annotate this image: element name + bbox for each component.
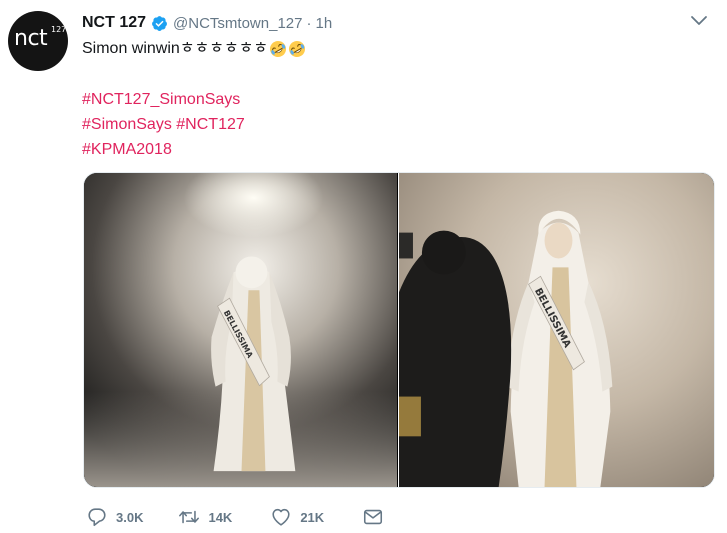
- retweet-button[interactable]: 14K: [178, 506, 232, 528]
- reply-count: 3.0K: [116, 509, 144, 525]
- hashtag-link[interactable]: #SimonSays: [82, 116, 172, 133]
- tweet-text-body: Simon winwinㅎㅎㅎㅎㅎㅎ: [82, 40, 269, 57]
- retweet-count: 14K: [208, 509, 233, 525]
- photo-right-image: BELLISSIMA: [399, 173, 714, 487]
- caret-down-icon[interactable]: [690, 14, 708, 28]
- photo-left[interactable]: BELLISSIMA: [84, 173, 397, 487]
- tweet-timestamp[interactable]: 1h: [315, 15, 332, 32]
- verified-badge-icon: [152, 15, 167, 31]
- direct-message-button[interactable]: [362, 506, 384, 528]
- tweet-header: NCT 127 @NCTsmtown_127 · 1h: [82, 12, 332, 34]
- hashtag-link[interactable]: #NCT127_SimonSays: [82, 91, 240, 108]
- avatar-logo: nct: [14, 26, 48, 51]
- photo-left-image: BELLISSIMA: [84, 173, 397, 487]
- separator-dot: ·: [306, 14, 312, 32]
- photo-right[interactable]: BELLISSIMA: [399, 173, 714, 487]
- tweet-text: Simon winwinㅎㅎㅎㅎㅎㅎ: [82, 37, 306, 61]
- tweet-actions: 3.0K 14K 21K: [86, 505, 384, 529]
- avatar-logo-sup: 127: [51, 25, 67, 34]
- retweet-icon: [179, 510, 200, 524]
- hashtag-link[interactable]: #NCT127: [176, 116, 244, 133]
- hashtag-block: #NCT127_SimonSays #SimonSays #NCT127 #KP…: [82, 87, 245, 162]
- reply-icon: [88, 508, 106, 527]
- reply-button[interactable]: 3.0K: [86, 506, 143, 528]
- rolling-on-floor-laughing-emoji: [289, 41, 306, 57]
- avatar[interactable]: nct 127: [8, 11, 68, 71]
- account-handle[interactable]: @NCTsmtown_127: [173, 15, 302, 32]
- like-count: 21K: [300, 509, 325, 525]
- rolling-on-floor-laughing-emoji: [270, 41, 287, 57]
- display-name[interactable]: NCT 127: [82, 14, 146, 32]
- hashtag-link[interactable]: #KPMA2018: [82, 141, 172, 158]
- like-icon: [272, 508, 290, 526]
- direct-message-icon: [364, 509, 383, 525]
- like-button[interactable]: 21K: [270, 506, 324, 528]
- media-grid: BELLISSIMA BELLISSIMA: [83, 172, 715, 488]
